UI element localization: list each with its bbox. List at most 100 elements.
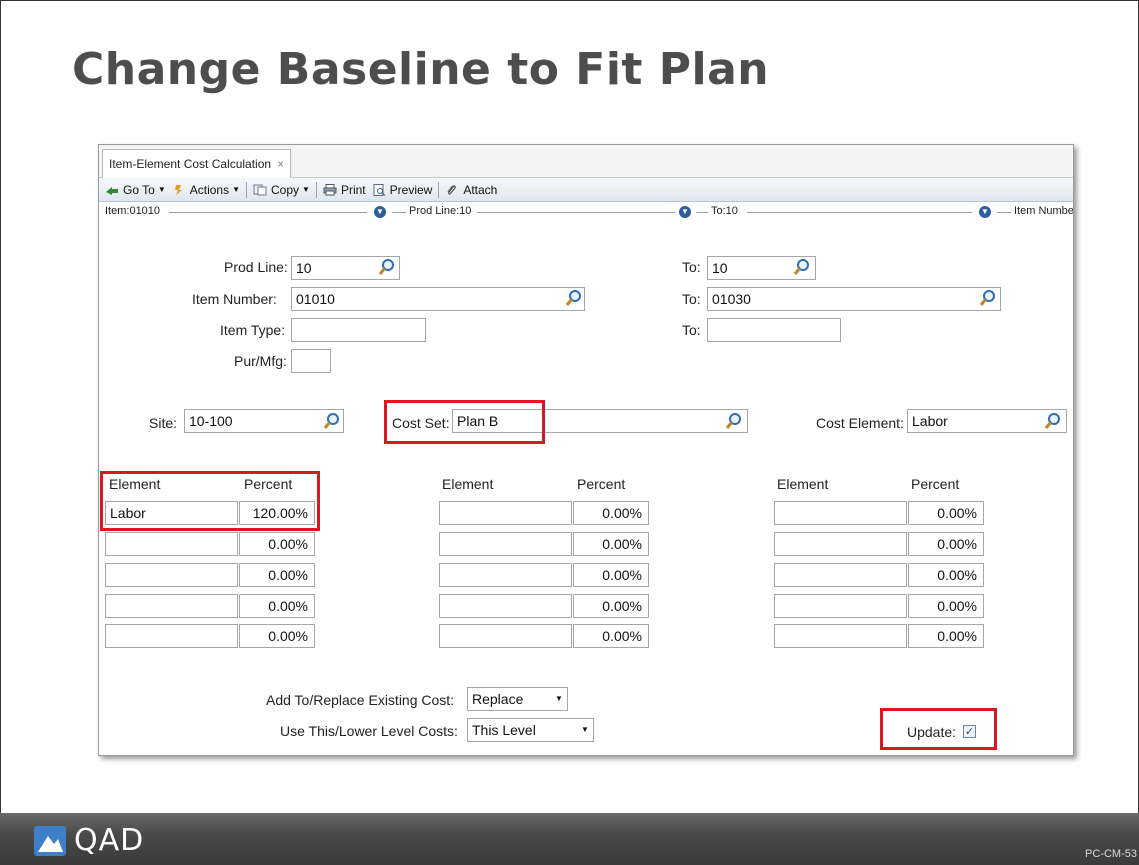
attach-button[interactable]: Attach — [445, 183, 497, 197]
update-label: Update: — [907, 724, 957, 740]
breadcrumb-item: Item Numbe — [1014, 205, 1074, 217]
prod-line-label: Prod Line: — [224, 259, 288, 275]
element-field[interactable] — [105, 532, 238, 556]
element-field[interactable] — [439, 532, 572, 556]
dropdown-arrow-icon[interactable]: ▼ — [551, 688, 567, 710]
preview-icon — [373, 183, 385, 196]
element-field[interactable] — [774, 501, 907, 525]
search-icon[interactable] — [565, 289, 583, 307]
actions-menu[interactable]: Actions ▼ — [172, 183, 240, 197]
dropdown-arrow-icon[interactable]: ▼ — [577, 719, 593, 741]
percent-field[interactable]: 0.00% — [908, 594, 984, 618]
footer-brand: QAD — [74, 823, 145, 858]
search-icon[interactable] — [725, 412, 743, 430]
pur-mfg-field[interactable] — [291, 349, 331, 373]
close-icon[interactable]: × — [277, 150, 284, 178]
cost-element-field[interactable]: Labor — [907, 409, 1067, 433]
percent-field[interactable]: 0.00% — [573, 532, 649, 556]
element-field[interactable] — [439, 563, 572, 587]
percent-field[interactable]: 0.00% — [573, 594, 649, 618]
cost-set-field[interactable]: Plan B — [452, 409, 748, 433]
percent-field[interactable]: 0.00% — [239, 594, 315, 618]
print-button[interactable]: Print — [323, 183, 366, 197]
chevron-down-icon[interactable]: ▼ — [374, 206, 386, 218]
add-replace-value: Replace — [472, 691, 524, 707]
qad-logo: QAD — [34, 823, 144, 858]
toolbar-separator — [438, 181, 440, 198]
element-field[interactable] — [439, 624, 572, 648]
goto-label: Go To — [123, 182, 155, 197]
percent-field[interactable]: 0.00% — [573, 563, 649, 587]
chevron-down-icon[interactable]: ▼ — [679, 206, 691, 218]
element-field[interactable]: Labor — [105, 501, 238, 525]
copy-icon — [253, 184, 267, 195]
add-replace-select[interactable]: Replace ▼ — [467, 687, 568, 711]
percent-field[interactable]: 0.00% — [573, 501, 649, 525]
goto-arrow-icon — [106, 186, 118, 195]
slide-footer — [0, 813, 1139, 865]
add-replace-label: Add To/Replace Existing Cost: — [266, 692, 455, 708]
copy-label: Copy — [271, 182, 300, 197]
percent-header: Percent — [911, 476, 960, 492]
this-lower-label: Use This/Lower Level Costs: — [280, 723, 458, 739]
element-field[interactable] — [774, 594, 907, 618]
item-number-to-field[interactable]: 01030 — [707, 287, 1001, 311]
item-number-label: Item Number: — [192, 291, 277, 307]
element-field[interactable] — [774, 532, 907, 556]
cost-set-label: Cost Set: — [392, 415, 450, 431]
tab-label: Item-Element Cost Calculation — [109, 157, 272, 171]
preview-button[interactable]: Preview — [372, 183, 432, 197]
element-field[interactable] — [105, 624, 238, 648]
this-lower-select[interactable]: This Level ▼ — [467, 718, 594, 742]
element-field[interactable] — [774, 624, 907, 648]
tab-item-element-cost-calculation[interactable]: Item-Element Cost Calculation × — [102, 149, 292, 178]
paperclip-icon — [447, 184, 457, 195]
breadcrumb-item: To:10 — [711, 205, 738, 217]
item-number-to-label: To: — [682, 291, 701, 307]
chevron-down-icon[interactable]: ▼ — [979, 206, 991, 218]
percent-field[interactable]: 0.00% — [908, 501, 984, 525]
breadcrumb-divider — [997, 212, 1011, 213]
tab-bar: Item-Element Cost Calculation × — [99, 145, 1073, 178]
print-label: Print — [340, 182, 366, 197]
element-field[interactable] — [439, 594, 572, 618]
element-header: Element — [109, 476, 161, 492]
search-icon[interactable] — [979, 289, 997, 307]
item-type-label: Item Type: — [220, 322, 286, 338]
percent-field[interactable]: 0.00% — [908, 532, 984, 556]
element-field[interactable] — [105, 594, 238, 618]
goto-menu[interactable]: Go To ▼ — [105, 183, 166, 197]
copy-menu[interactable]: Copy ▼ — [253, 183, 310, 197]
percent-header: Percent — [244, 476, 293, 492]
breadcrumb: Item:01010 ▼ Prod Line:10 ▼ To:10 ▼ Item… — [99, 202, 1073, 220]
percent-field[interactable]: 0.00% — [239, 532, 315, 556]
search-icon[interactable] — [793, 258, 811, 276]
element-field[interactable] — [105, 563, 238, 587]
element-field[interactable] — [439, 501, 572, 525]
search-icon[interactable] — [1044, 412, 1062, 430]
breadcrumb-item: Item:01010 — [105, 205, 161, 217]
pur-mfg-label: Pur/Mfg: — [234, 353, 287, 369]
percent-field[interactable]: 0.00% — [239, 563, 315, 587]
percent-field[interactable]: 0.00% — [908, 563, 984, 587]
percent-header: Percent — [577, 476, 626, 492]
toolbar: Go To ▼ Actions ▼ Copy ▼ Print Preview A… — [99, 178, 1073, 202]
site-field[interactable]: 10-100 — [184, 409, 344, 433]
search-icon[interactable] — [323, 412, 341, 430]
dropdown-arrow-icon: ▼ — [232, 185, 241, 194]
percent-field[interactable]: 0.00% — [239, 624, 315, 648]
item-type-to-label: To: — [682, 322, 701, 338]
element-header: Element — [442, 476, 494, 492]
search-icon[interactable] — [378, 258, 396, 276]
percent-field[interactable]: 120.00% — [239, 501, 315, 525]
item-number-field[interactable]: 01010 — [291, 287, 585, 311]
percent-field[interactable]: 0.00% — [908, 624, 984, 648]
attach-label: Attach — [463, 182, 498, 197]
dropdown-arrow-icon: ▼ — [157, 185, 166, 194]
element-field[interactable] — [774, 563, 907, 587]
item-type-field[interactable] — [291, 318, 426, 342]
item-type-to-field[interactable] — [707, 318, 841, 342]
percent-field[interactable]: 0.00% — [573, 624, 649, 648]
update-checkbox[interactable]: ✓ — [963, 725, 976, 738]
dropdown-arrow-icon: ▼ — [302, 185, 310, 194]
